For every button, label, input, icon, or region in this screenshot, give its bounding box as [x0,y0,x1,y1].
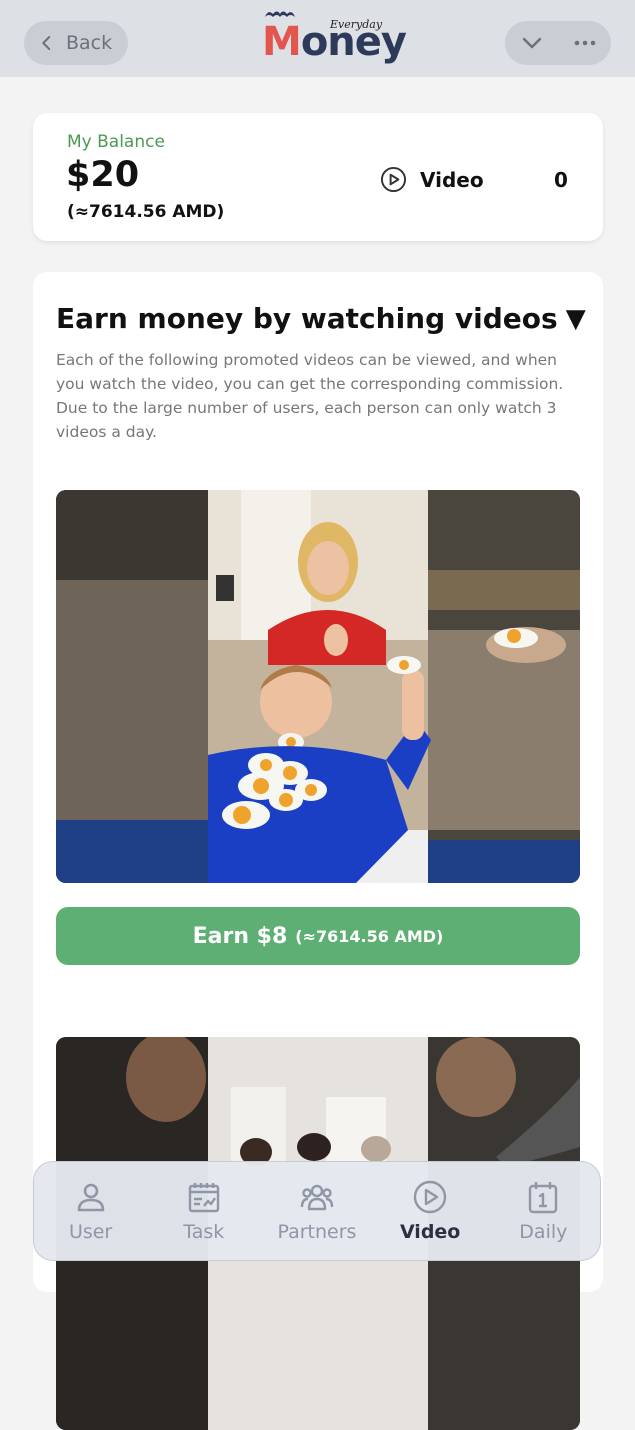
nav-user-label: User [68,1221,113,1243]
nav-daily-label: Daily [519,1221,568,1243]
balance-card: My Balance $20 (≈7614.56 AMD) Video 0 [33,113,603,241]
balance-amd: (≈7614.56 AMD) [67,202,225,222]
nav-task[interactable]: Task [152,1179,256,1243]
section-description: Each of the following promoted videos ca… [56,351,564,441]
earn-button-label: Earn $8 [192,923,288,949]
nav-daily[interactable]: Daily [491,1179,595,1243]
section-title-text: Earn money by watching videos [56,302,558,335]
nav-user[interactable]: User [39,1179,143,1243]
top-bar: Back Everyday Money [0,0,635,77]
back-label: Back [66,32,113,54]
videos-card: Earn money by watching videos ▼ Each of … [33,272,603,1430]
nav-partners-label: Partners [277,1221,357,1243]
play-circle-icon [380,166,407,193]
nav-video[interactable]: Video [378,1179,482,1243]
menu-pill [505,21,611,65]
logo-rest: oney [300,19,407,65]
balance-video-label: Video [420,167,484,192]
nav-task-label: Task [183,1221,225,1243]
triangle-down-icon: ▼ [565,303,586,334]
back-button[interactable]: Back [24,21,128,65]
balance-label: My Balance [67,132,165,152]
balance-amount: $20 [66,155,140,195]
partners-icon [300,1184,334,1211]
earn-button[interactable]: Earn $8 (≈7614.56 AMD) [56,907,580,965]
earn-button-amd: (≈7614.56 AMD) [295,926,444,946]
logo-m: M [262,19,302,65]
video-thumbnail[interactable] [56,490,580,883]
nav-video-label: Video [399,1221,461,1243]
video-frame-illustration [56,490,580,883]
balance-video-count: 0 [554,168,568,192]
task-icon [188,1183,219,1213]
nav-partners[interactable]: Partners [265,1179,369,1243]
logo-word: Money [262,19,407,65]
section-title[interactable]: Earn money by watching videos ▼ [56,302,586,335]
daily-icon [529,1182,558,1214]
balance-video-stat: Video [380,166,484,193]
chevron-left-icon [42,36,51,50]
bottom-nav: User Task Partners Video Daily [33,1161,601,1261]
user-icon [77,1183,104,1212]
app-logo: Everyday Money [262,8,407,68]
chevron-down-icon[interactable] [520,31,544,55]
more-icon[interactable] [573,31,597,55]
video-icon [413,1180,447,1214]
